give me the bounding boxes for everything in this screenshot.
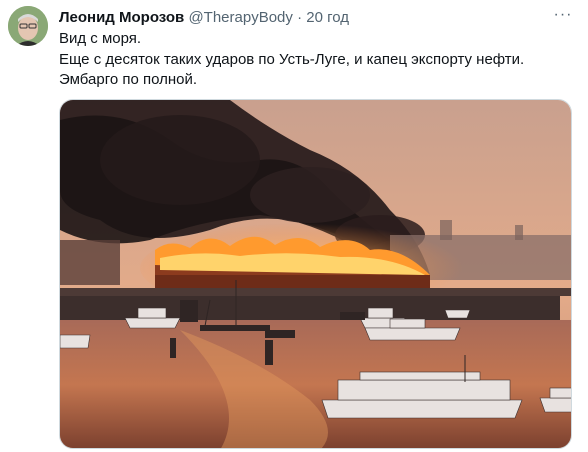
tweet-media-image[interactable]	[59, 99, 572, 449]
tweet-text: Вид с моря. Еще с десяток таких ударов п…	[59, 29, 569, 91]
tweet-header: Леонид Морозов @TherapyBody · 20 год	[59, 8, 548, 28]
author-name[interactable]: Леонид Морозов	[59, 9, 184, 26]
more-options-icon[interactable]: ···	[552, 7, 574, 24]
tweet-line: Еще с десяток таких ударов по Усть-Луге,…	[59, 50, 525, 68]
avatar-photo	[8, 6, 48, 46]
tweet-line: Вид с моря.	[59, 30, 142, 47]
author-avatar[interactable]	[8, 6, 48, 46]
author-handle[interactable]: @TherapyBody	[188, 9, 292, 26]
burning-port-image	[60, 100, 571, 448]
header-separator: ·	[297, 9, 303, 26]
tweet-timestamp[interactable]: 20 год	[306, 9, 349, 26]
tweet-line: Эмбарго по полной.	[59, 71, 198, 88]
